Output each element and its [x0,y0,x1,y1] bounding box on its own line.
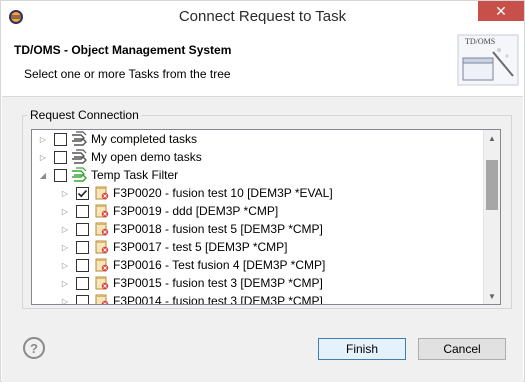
collapsed-arrow-icon[interactable]: ▷ [60,242,70,252]
title-bar[interactable]: Connect Request to Task ✕ [1,1,524,32]
expanded-arrow-icon[interactable]: ◢ [38,170,48,180]
tree-row[interactable]: ▷ F3P0018 - fusion test 5 [DEM3P *CMP] [32,220,484,238]
tree-checkbox[interactable] [76,240,89,254]
tree-row-label: Temp Task Filter [91,168,179,182]
scroll-down-icon[interactable]: ▼ [484,288,500,304]
tree-row[interactable]: ▷ F3P0016 - Test fusion 4 [DEM3P *CMP] [32,256,484,274]
tree-rows: ▷ My completed tasks ▷ My open demo tasks ◢ T… [32,130,484,304]
collapsed-arrow-icon[interactable]: ▷ [60,188,70,198]
vertical-scrollbar[interactable]: ▲ ▼ [483,130,500,304]
collapsed-arrow-icon[interactable]: ▷ [60,224,70,234]
tree-row[interactable]: ▷ F3P0019 - ddd [DEM3P *CMP] [32,202,484,220]
finish-button[interactable]: Finish [318,338,406,360]
tree-row-label: F3P0019 - ddd [DEM3P *CMP] [113,204,279,218]
help-button[interactable]: ? [23,337,45,359]
task-tree[interactable]: ▷ My completed tasks ▷ My open demo tasks ◢ T… [31,129,501,305]
tree-row-label: F3P0014 - fusion test 3 [DEM3P *CMP] [113,294,323,304]
tree-checkbox[interactable] [54,168,67,182]
tree-checkbox[interactable] [76,204,89,218]
task-filter-icon [71,131,89,147]
tree-checkbox[interactable] [76,222,89,236]
scroll-thumb[interactable] [486,160,498,210]
tree-row-label: F3P0016 - Test fusion 4 [DEM3P *CMP] [113,258,326,272]
tree-row[interactable]: ▷ F3P0015 - fusion test 3 [DEM3P *CMP] [32,274,484,292]
tree-checkbox[interactable] [76,258,89,272]
tree-row[interactable]: ▷ F3P0017 - test 5 [DEM3P *CMP] [32,238,484,256]
collapsed-arrow-icon[interactable]: ▷ [38,152,48,162]
header-subtitle: Select one or more Tasks from the tree [24,67,231,81]
dialog-window: Connect Request to Task ✕ TD/OMS - Objec… [0,0,525,382]
task-filter-icon [71,149,89,165]
scroll-up-icon[interactable]: ▲ [484,130,500,146]
tree-checkbox[interactable] [76,294,89,304]
collapsed-arrow-icon[interactable]: ▷ [38,134,48,144]
tree-row-label: My open demo tasks [91,150,202,164]
header-title: TD/OMS - Object Management System [14,43,232,57]
tree-checkbox[interactable] [54,150,67,164]
task-item-icon [93,257,111,273]
task-item-icon [93,275,111,291]
window-title: Connect Request to Task [178,8,347,25]
collapsed-arrow-icon[interactable]: ▷ [60,296,70,305]
tree-row[interactable]: ▷ My open demo tasks [32,148,484,166]
tree-row[interactable]: ▷ F3P0014 - fusion test 3 [DEM3P *CMP] [32,292,484,304]
tdoms-banner-label: TD/OMS [465,37,495,46]
collapsed-arrow-icon[interactable]: ▷ [60,260,70,270]
tree-checkbox[interactable] [54,132,67,146]
tree-row-label: F3P0017 - test 5 [DEM3P *CMP] [113,240,288,254]
tree-checkbox[interactable] [76,276,89,290]
cancel-button[interactable]: Cancel [418,338,506,360]
tree-row-label: My completed tasks [91,132,198,146]
tree-checkbox[interactable] [76,186,89,200]
dialog-header: TD/OMS - Object Management System Select… [2,32,523,96]
close-button[interactable]: ✕ [478,1,524,21]
task-item-icon [93,239,111,255]
task-item-icon [93,293,111,304]
collapsed-arrow-icon[interactable]: ▷ [60,206,70,216]
tree-row[interactable]: ◢ Temp Task Filter [32,166,484,184]
task-filter-active-icon [71,167,89,183]
tdoms-banner-icon: TD/OMS [457,34,519,86]
dialog-body: Request Connection ▷ My completed tasks ▷ M… [2,97,523,382]
group-label: Request Connection [27,108,142,122]
task-item-icon [93,221,111,237]
task-item-icon [93,185,111,201]
tree-row-label: F3P0020 - fusion test 10 [DEM3P *EVAL] [113,186,333,200]
request-connection-group: Request Connection ▷ My completed tasks ▷ M… [22,108,512,309]
task-item-icon [93,203,111,219]
collapsed-arrow-icon[interactable]: ▷ [60,278,70,288]
tree-row-label: F3P0018 - fusion test 5 [DEM3P *CMP] [113,222,323,236]
tree-row-label: F3P0015 - fusion test 3 [DEM3P *CMP] [113,276,323,290]
tree-row[interactable]: ▷ My completed tasks [32,130,484,148]
tree-row[interactable]: ▷ F3P0020 - fusion test 10 [DEM3P *EVAL] [32,184,484,202]
